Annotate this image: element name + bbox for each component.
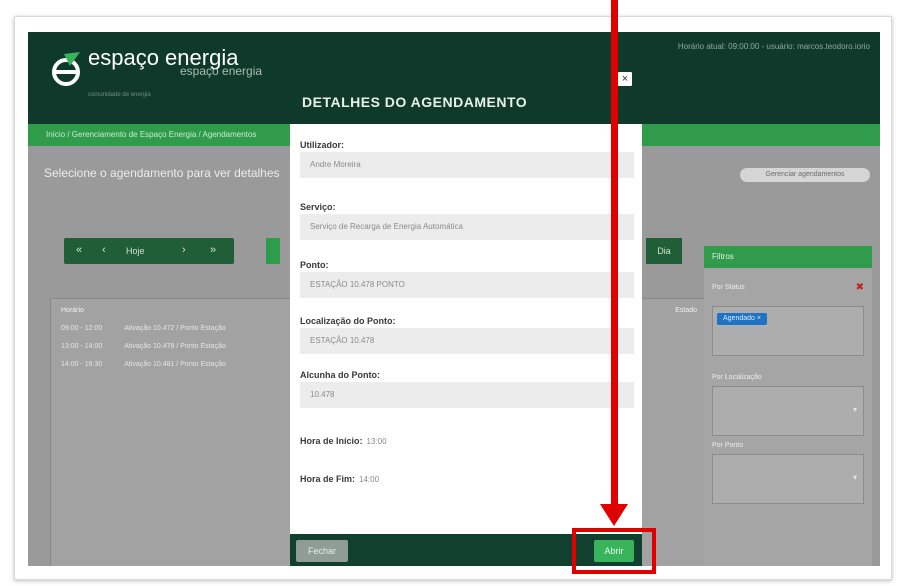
- today-button[interactable]: Hoje: [126, 246, 145, 256]
- chevron-down-icon: ▾: [852, 405, 857, 414]
- point-label: Ponto:: [300, 260, 329, 270]
- brand-label: espaço energia: [180, 64, 263, 78]
- start-time-value: 13:00: [366, 437, 387, 446]
- annotation-highlight-box: [572, 528, 656, 574]
- day-view-button[interactable]: Dia: [646, 238, 682, 264]
- close-button[interactable]: Fechar: [296, 540, 348, 562]
- event-text: Ativação 10.481 / Ponto Estação: [124, 361, 226, 368]
- prev-page-button[interactable]: ‹: [102, 244, 106, 256]
- filter-panel: Filtros Por Status ✖ Agendado × Por Loca…: [704, 246, 872, 566]
- event-row[interactable]: 09:00 - 12:00 Ativação 10.472 / Ponto Es…: [61, 325, 226, 332]
- end-time: Hora de Fim: 14:00: [300, 474, 379, 484]
- end-time-value: 14:00: [359, 475, 380, 484]
- event-row[interactable]: 13:00 - 14:00 Ativação 10.478 / Ponto Es…: [61, 343, 226, 350]
- event-row[interactable]: 14:00 - 16:30 Ativação 10.481 / Ponto Es…: [61, 361, 226, 368]
- modal-title: DETALHES DO AGENDAMENTO: [302, 94, 528, 110]
- next-page-button[interactable]: ›: [182, 244, 186, 256]
- calendar-pager: « ‹ Hoje › »: [64, 238, 234, 264]
- logo-icon: [52, 52, 80, 86]
- start-time-label: Hora de Início:: [300, 436, 363, 446]
- point-filter-label: Por Ponto: [712, 442, 744, 449]
- event-text: Ativação 10.478 / Ponto Estação: [124, 343, 226, 350]
- event-time: 09:00 - 12:00: [61, 325, 103, 332]
- app-window: espaço energia comunidade de energia esp…: [28, 32, 880, 566]
- nickname-label: Alcunha do Ponto:: [300, 370, 380, 380]
- status-filter-input[interactable]: Agendado ×: [712, 306, 864, 356]
- annotation-arrow-line: [611, 0, 618, 506]
- event-list-header: Horário: [61, 307, 84, 314]
- chevron-down-icon: ▾: [852, 473, 857, 482]
- breadcrumb[interactable]: Início / Gerenciamento de Espaço Energia…: [46, 130, 256, 139]
- event-list-header-status: Estado: [675, 307, 697, 314]
- status-tag[interactable]: Agendado ×: [717, 313, 767, 325]
- first-page-button[interactable]: «: [76, 244, 82, 256]
- event-text: Ativação 10.472 / Ponto Estação: [124, 325, 226, 332]
- location-label: Localização do Ponto:: [300, 316, 396, 326]
- annotation-arrow-head: [600, 504, 628, 526]
- start-time: Hora de Início: 13:00: [300, 436, 387, 446]
- user-field[interactable]: Andre Moreira: [300, 152, 634, 178]
- end-time-label: Hora de Fim:: [300, 474, 356, 484]
- user-label: Utilizador:: [300, 140, 344, 150]
- manage-schedules-button[interactable]: Gerenciar agendamentos: [740, 168, 870, 182]
- user-info: Horário atual: 09:00:00 - usuário: marco…: [677, 42, 870, 51]
- remove-filter-icon[interactable]: ✖: [856, 282, 864, 293]
- modal-header: DETALHES DO AGENDAMENTO ×: [290, 60, 642, 124]
- location-field[interactable]: ESTAÇÃO 10.478: [300, 328, 634, 354]
- point-field[interactable]: ESTAÇÃO 10.478 PONTO: [300, 272, 634, 298]
- point-filter-select[interactable]: ▾: [712, 454, 864, 504]
- close-icon[interactable]: ×: [618, 72, 632, 86]
- location-filter-select[interactable]: ▾: [712, 386, 864, 436]
- service-field[interactable]: Serviço de Recarga de Energia Automática: [300, 214, 634, 240]
- service-label: Serviço:: [300, 202, 336, 212]
- nickname-field[interactable]: 10.478: [300, 382, 634, 408]
- event-time: 14:00 - 16:30: [61, 361, 103, 368]
- appointment-details-modal: DETALHES DO AGENDAMENTO × Utilizador: An…: [290, 60, 642, 566]
- logo-subtitle: comunidade de energia: [88, 92, 151, 98]
- location-filter-label: Por Localização: [712, 374, 762, 381]
- filter-title: Filtros: [704, 246, 872, 268]
- last-page-button[interactable]: »: [210, 244, 216, 256]
- status-filter-label: Por Status: [712, 284, 745, 291]
- view-toggle-button[interactable]: [266, 238, 280, 264]
- page-title: Selecione o agendamento para ver detalhe…: [44, 166, 280, 180]
- event-time: 13:00 - 14:00: [61, 343, 103, 350]
